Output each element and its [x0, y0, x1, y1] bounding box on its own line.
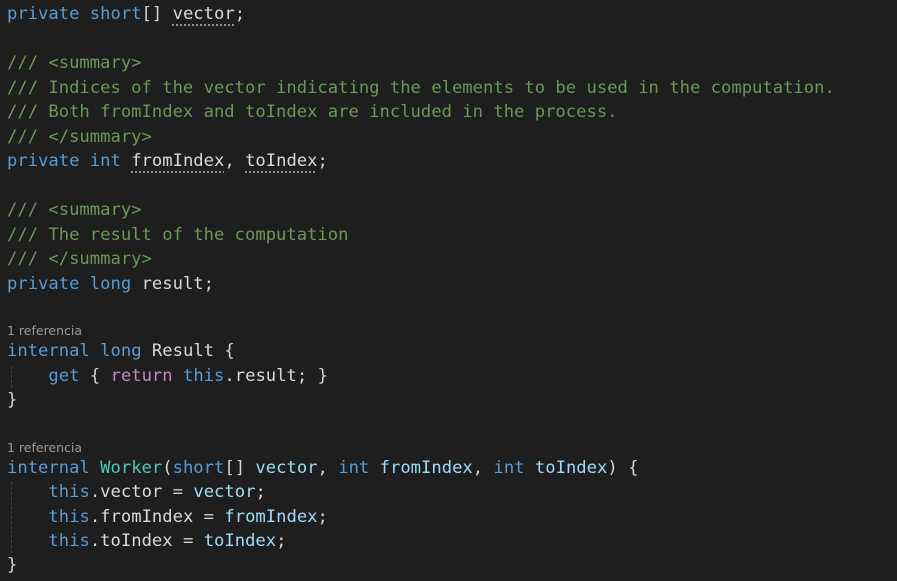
doc-comment-line: /// The result of the computation — [7, 225, 349, 245]
param-fromIndex-ref[interactable]: fromIndex — [224, 507, 317, 527]
open-brace: { — [224, 341, 235, 361]
field-fromIndex[interactable]: fromIndex — [131, 151, 224, 171]
equals: = — [203, 507, 215, 527]
param-toIndex-ref[interactable]: toIndex — [204, 531, 276, 551]
keyword-this: this — [48, 507, 90, 527]
field-vector-ref[interactable]: vector — [100, 482, 162, 502]
comma: , — [317, 458, 328, 478]
indent-guide — [11, 482, 12, 553]
semicolon: ; — [317, 507, 328, 527]
close-brace: } — [317, 366, 328, 386]
code-line-result-field[interactable]: private long result; — [7, 272, 214, 296]
keyword-internal: internal — [7, 341, 90, 361]
array-brackets: [] — [224, 458, 246, 478]
codelens-references[interactable]: 1 referencia — [7, 323, 82, 339]
field-toIndex-ref[interactable]: toIndex — [100, 531, 172, 551]
equals: = — [172, 482, 183, 502]
open-brace: { — [628, 458, 639, 478]
semicolon: ; — [317, 151, 328, 171]
equals: = — [182, 531, 194, 551]
keyword-private: private — [7, 4, 80, 24]
keyword-get: get — [48, 366, 80, 386]
code-editor[interactable]: private short[] vector; /// <summary> //… — [0, 0, 897, 581]
keyword-private: private — [7, 151, 80, 171]
param-vector[interactable]: vector — [255, 458, 317, 478]
indent-guide — [11, 366, 12, 388]
semicolon: ; — [296, 366, 308, 386]
code-line-constructor[interactable]: internal Worker(short[] vector, int from… — [7, 456, 638, 480]
constructor-worker[interactable]: Worker — [100, 458, 162, 478]
close-brace-line: } — [7, 555, 18, 575]
param-vector-ref[interactable]: vector — [193, 482, 255, 502]
comma: , — [224, 151, 235, 171]
field-toIndex[interactable]: toIndex — [245, 151, 317, 171]
type-int: int — [493, 458, 525, 478]
open-paren: ( — [162, 458, 173, 478]
dot: . — [224, 366, 235, 386]
type-int: int — [89, 151, 121, 171]
close-paren: ) — [607, 458, 618, 478]
code-line-assign-fromIndex[interactable]: this.fromIndex = fromIndex; — [7, 505, 328, 529]
codelens-references[interactable]: 1 referencia — [7, 440, 82, 456]
comma: , — [472, 458, 484, 478]
code-line-index-fields[interactable]: private int fromIndex, toIndex; — [7, 149, 328, 173]
doc-comment-line: /// Both fromIndex and toIndex are inclu… — [7, 102, 618, 122]
type-long: long — [100, 341, 142, 361]
open-brace: { — [89, 366, 101, 386]
keyword-internal: internal — [7, 458, 90, 478]
field-vector[interactable]: vector — [173, 4, 235, 24]
type-short: short — [172, 458, 225, 478]
array-brackets: [] — [141, 4, 163, 24]
doc-comment-summary-open: /// <summary> — [7, 53, 142, 73]
keyword-private: private — [7, 274, 80, 294]
doc-comment-summary-close: /// </summary> — [7, 249, 152, 269]
code-line-result-property[interactable]: internal long Result { — [7, 339, 235, 363]
semicolon: ; — [255, 482, 266, 502]
code-line-getter[interactable]: get { return this.result; } — [7, 364, 328, 388]
property-result[interactable]: Result — [152, 341, 214, 361]
doc-comment-summary-close: /// </summary> — [7, 127, 152, 147]
code-line-assign-toIndex[interactable]: this.toIndex = toIndex; — [7, 529, 286, 553]
keyword-this: this — [48, 482, 90, 502]
field-result-ref[interactable]: result — [235, 366, 297, 386]
type-int: int — [338, 458, 370, 478]
code-line-vector-field[interactable]: private short[] vector; — [7, 2, 245, 26]
doc-comment-line: /// Indices of the vector indicating the… — [7, 78, 835, 98]
dot: . — [89, 531, 101, 551]
keyword-return: return — [110, 366, 173, 386]
dot: . — [89, 507, 101, 527]
param-fromIndex[interactable]: fromIndex — [380, 458, 473, 478]
semicolon: ; — [234, 4, 246, 24]
semicolon: ; — [203, 274, 215, 294]
param-toIndex[interactable]: toIndex — [535, 458, 607, 478]
semicolon: ; — [276, 531, 287, 551]
dot: . — [89, 482, 101, 502]
field-fromIndex-ref[interactable]: fromIndex — [100, 507, 193, 527]
keyword-this: this — [182, 366, 225, 386]
doc-comment-summary-open: /// <summary> — [7, 200, 142, 220]
type-long: long — [89, 274, 132, 294]
code-line-assign-vector[interactable]: this.vector = vector; — [7, 480, 266, 504]
keyword-this: this — [48, 531, 90, 551]
close-brace-line: } — [7, 390, 18, 410]
field-result[interactable]: result — [142, 274, 204, 294]
type-short: short — [89, 4, 142, 24]
